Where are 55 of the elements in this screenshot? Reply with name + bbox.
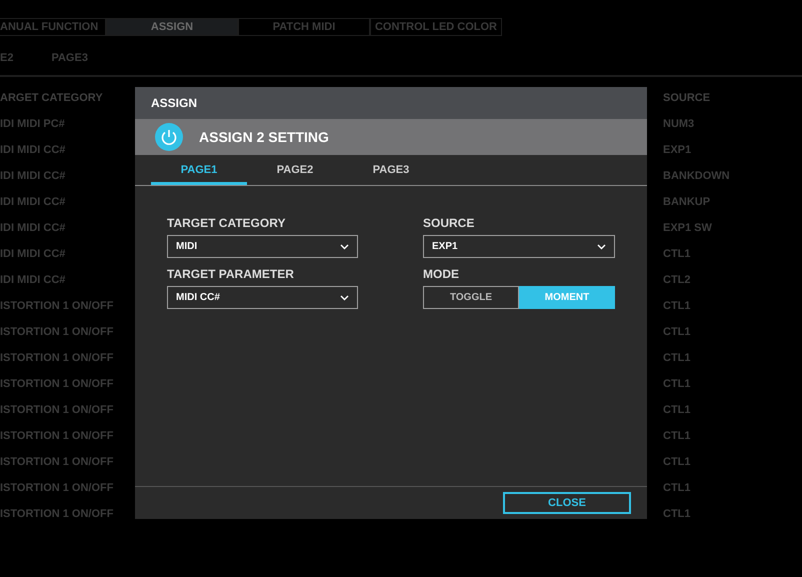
field-label: TARGET PARAMETER [167,267,295,281]
dialog-heading: ASSIGN 2 SETTING [199,129,329,145]
table-cell: ISTORTION 1 ON/OFF [0,430,114,442]
chevron-down-icon [597,244,606,250]
table-cell: ISTORTION 1 ON/OFF [0,326,114,338]
column-header: SOURCE [663,92,710,104]
table-cell: CTL1 [663,248,690,260]
table-cell: BANKUP [663,196,710,208]
table-cell: CTL2 [663,274,690,286]
table-cell: CTL1 [663,508,690,520]
dropdown[interactable]: MIDI CC# [167,286,358,309]
field-label: TARGET CATEGORY [167,216,286,230]
table-cell: CTL1 [663,378,690,390]
table-cell: ISTORTION 1 ON/OFF [0,482,114,494]
page-tab[interactable]: PAGE3 [343,155,439,185]
table-cell: EXP1 [663,144,692,156]
table-cell: ISTORTION 1 ON/OFF [0,404,114,416]
chevron-down-icon [340,294,349,300]
table-cell: CTL1 [663,456,690,468]
page-tab[interactable]: PAGE1 [151,155,247,185]
table-cell: ISTORTION 1 ON/OFF [0,456,114,468]
dropdown-value: EXP1 [432,241,458,252]
table-cell: IDI MIDI PC# [0,118,65,130]
table-cell: IDI MIDI CC# [0,222,66,234]
table-cell: CTL1 [663,326,690,338]
page-tab[interactable]: PAGE2 [247,155,343,185]
dropdown[interactable]: EXP1 [423,235,615,258]
table-cell: ISTORTION 1 ON/OFF [0,300,114,312]
table-cell: CTL1 [663,430,690,442]
table-cell: IDI MIDI CC# [0,144,66,156]
field-label: SOURCE [423,216,476,230]
chevron-down-icon [340,244,349,250]
column-header: ARGET CATEGORY [0,92,103,104]
table-cell: IDI MIDI CC# [0,248,66,260]
table-cell: CTL1 [663,482,690,494]
table-cell: NUM3 [663,118,694,130]
table-cell: ISTORTION 1 ON/OFF [0,352,114,364]
table-cell: IDI MIDI CC# [0,170,66,182]
table-cell: IDI MIDI CC# [0,196,66,208]
table-cell: BANKDOWN [663,170,730,182]
table-cell: CTL1 [663,300,690,312]
table-cell: CTL1 [663,352,690,364]
table-cell: EXP1 SW [663,222,712,234]
table-cell: CTL1 [663,404,690,416]
dialog-title: ASSIGN [135,87,647,119]
table-cell: ISTORTION 1 ON/OFF [0,378,114,390]
table-cell: IDI MIDI CC# [0,274,66,286]
field-label: MODE [423,267,460,281]
dropdown-value: MIDI CC# [176,292,220,303]
dropdown[interactable]: MIDI [167,235,358,258]
power-icon [155,123,183,151]
mode-option[interactable]: TOGGLE [423,286,519,309]
table-cell: ISTORTION 1 ON/OFF [0,508,114,520]
dropdown-value: MIDI [176,241,198,252]
close-button[interactable]: CLOSE [503,492,631,514]
